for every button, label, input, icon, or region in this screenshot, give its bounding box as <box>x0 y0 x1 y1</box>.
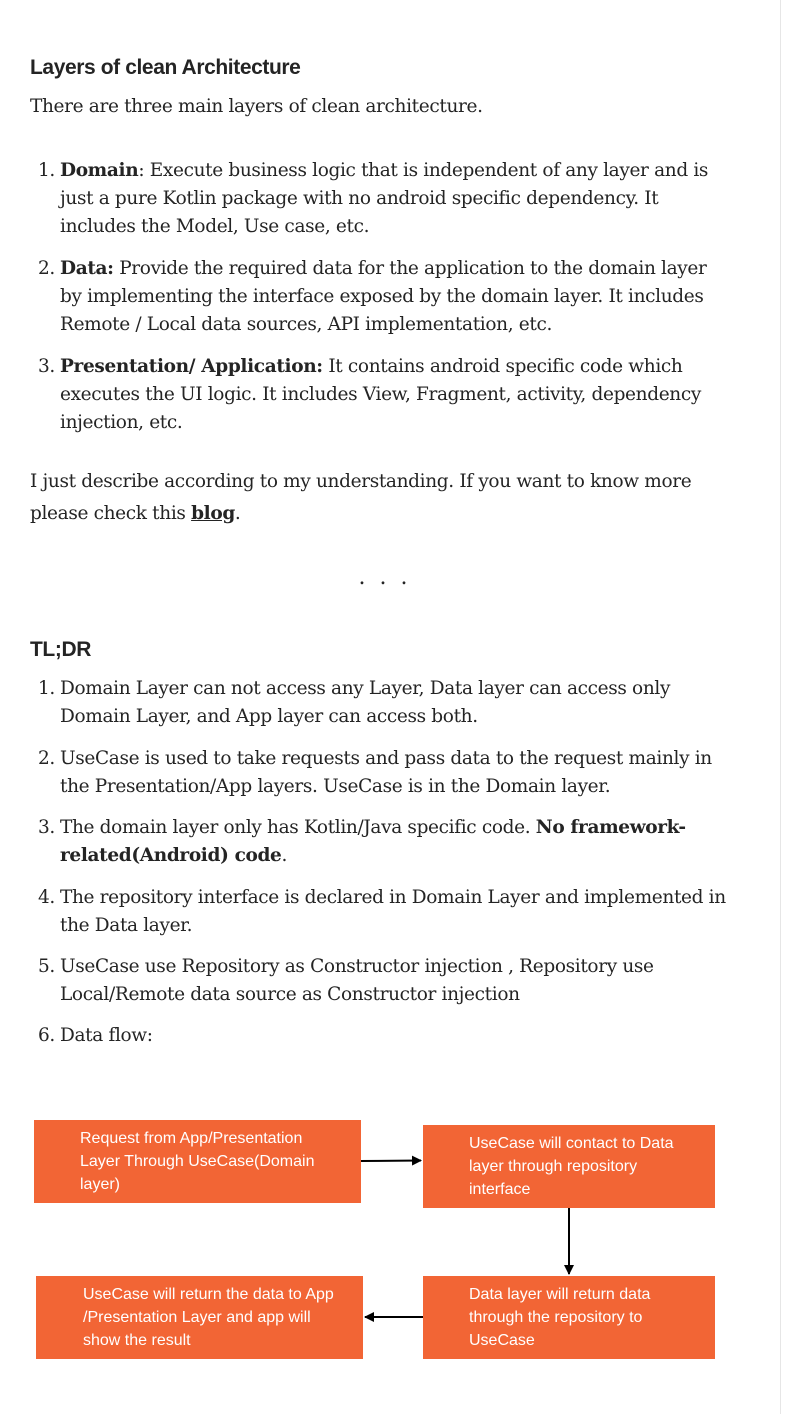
list-item: 3. The domain layer only has Kotlin/Java… <box>30 814 730 870</box>
note-paragraph: I just describe according to my understa… <box>30 471 692 524</box>
section-heading-layers: Layers of clean Architecture <box>30 56 301 79</box>
list-term: Domain <box>60 160 139 181</box>
data-flow-diagram: Request from App/Presentation Layer Throu… <box>0 1100 780 1390</box>
list-item: 1. Domain Layer can not access any Layer… <box>30 675 730 731</box>
list-item: 1. Domain: Execute business logic that i… <box>30 157 730 241</box>
list-text: UseCase use Repository as Constructor in… <box>60 956 654 1005</box>
list-number: 4. <box>38 887 55 908</box>
list-number: 1. <box>38 678 55 699</box>
list-item: 5. UseCase use Repository as Constructor… <box>30 953 730 1009</box>
list-text: The repository interface is declared in … <box>60 887 726 936</box>
list-item: 6. Data flow: <box>30 1022 730 1050</box>
list-text: Domain Layer can not access any Layer, D… <box>60 678 671 727</box>
section-heading-tldr: TL;DR <box>30 638 91 661</box>
list-item: 3. Presentation/ Application: It contain… <box>30 353 730 437</box>
right-border <box>780 0 781 1414</box>
list-number: 3. <box>38 817 55 838</box>
list-number: 2. <box>38 748 55 769</box>
list-item: 2. Data: Provide the required data for t… <box>30 255 730 339</box>
list-term: Data: <box>60 258 114 279</box>
list-item: 2. UseCase is used to take requests and … <box>30 745 730 801</box>
list-number: 5. <box>38 956 55 977</box>
flow-box-usecase-return-text: UseCase will return the data to App/Pres… <box>83 1286 334 1349</box>
intro-paragraph: There are three main layers of clean arc… <box>30 96 483 117</box>
list-number: 3. <box>38 356 55 377</box>
blog-link[interactable]: blog <box>191 503 235 524</box>
flow-box-request-text: Request from App/Presentation Layer Throu… <box>80 1130 315 1193</box>
flow-box-data-return-text: Data layer will return data through the r… <box>469 1286 651 1349</box>
list-text: The domain layer only has Kotlin/Java sp… <box>60 817 536 838</box>
list-text: UseCase is used to take requests and pas… <box>60 748 712 797</box>
flow-box-usecase-contact-text: UseCase will contact to Data layer throug… <box>469 1135 674 1198</box>
list-text: Data flow: <box>60 1025 153 1046</box>
section-separator: ... <box>358 565 422 590</box>
list-number: 1. <box>38 160 55 181</box>
list-number: 6. <box>38 1025 55 1046</box>
list-text: Provide the required data for the applic… <box>60 258 707 335</box>
list-text: Execute business logic that is independe… <box>60 160 709 237</box>
list-item: 4. The repository interface is declared … <box>30 884 730 940</box>
arrow-right <box>360 1155 422 1166</box>
list-number: 2. <box>38 258 55 279</box>
list-term: Presentation/ Application: <box>60 356 323 377</box>
